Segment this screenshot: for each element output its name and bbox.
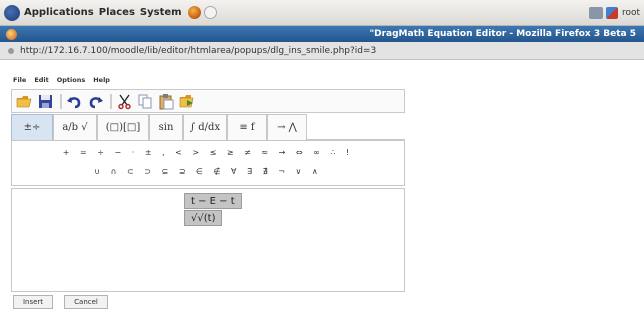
undo-button[interactable]	[65, 92, 84, 111]
cut-scissors-icon	[118, 94, 131, 109]
paste-icon	[159, 93, 174, 109]
cut-button[interactable]	[115, 92, 134, 111]
tab-operators[interactable]: ±÷	[11, 114, 53, 140]
tab-strip-filler	[307, 114, 405, 140]
expression-line-1[interactable]: t − E − t	[184, 193, 242, 209]
save-button[interactable]	[36, 92, 55, 111]
window-title: "DragMath Equation Editor - Mozilla Fire…	[369, 29, 636, 39]
copy-button[interactable]	[136, 92, 155, 111]
open-folder-icon	[16, 95, 32, 107]
menu-system[interactable]: System	[140, 7, 182, 18]
cancel-button[interactable]: Cancel	[64, 295, 108, 309]
help-launcher-icon[interactable]	[203, 6, 217, 19]
page-url[interactable]: http://172.16.7.100/moodle/lib/editor/ht…	[20, 46, 376, 56]
menu-options[interactable]: Options	[57, 76, 85, 87]
open-button[interactable]	[15, 92, 34, 111]
dragmath-editor: File Edit Options Help ±÷ a/b √ (□)[□] s…	[0, 60, 644, 316]
redo-icon	[89, 96, 103, 108]
menu-edit[interactable]: Edit	[34, 76, 48, 87]
copy-icon	[138, 94, 152, 108]
tab-arrows[interactable]: → ⋀	[267, 114, 307, 140]
menu-file[interactable]: File	[13, 76, 26, 87]
insert-button[interactable]: Insert	[13, 295, 53, 309]
symbol-row-operators[interactable]: + = ÷ − · ± , < > ≤ ≥ ≠ ≈ → ⇔ ∞ ∴ !	[12, 148, 404, 157]
save-disk-icon	[39, 94, 52, 108]
editor-toolbar	[11, 89, 405, 113]
network-icon[interactable]	[588, 7, 603, 19]
tab-calculus[interactable]: ∫ d/dx	[183, 114, 227, 140]
expression-line-2[interactable]: √√(t)	[184, 210, 223, 226]
menu-places[interactable]: Places	[99, 7, 135, 18]
undo-icon	[67, 96, 81, 108]
tab-brackets[interactable]: (□)[□]	[97, 114, 149, 140]
editor-menu-bar: File Edit Options Help	[13, 76, 110, 87]
tab-logic[interactable]: ≡ f	[227, 114, 267, 140]
window-title-bar[interactable]: "DragMath Equation Editor - Mozilla Fire…	[0, 26, 644, 42]
system-tray: root	[588, 0, 644, 26]
update-notifier-icon[interactable]	[605, 7, 618, 19]
firefox-launcher-icon[interactable]	[187, 6, 201, 19]
tab-trig-functions[interactable]: sin	[149, 114, 183, 140]
gnome-foot-icon[interactable]	[4, 4, 20, 21]
url-bar: http://172.16.7.100/moodle/lib/editor/ht…	[0, 42, 644, 60]
redo-button[interactable]	[86, 92, 105, 111]
tab-fractions-roots[interactable]: a/b √	[53, 114, 97, 140]
window-menu-icon[interactable]	[6, 28, 17, 40]
symbol-tabs: ±÷ a/b √ (□)[□] sin ∫ d/dx ≡ f → ⋀	[11, 114, 405, 140]
menu-help[interactable]: Help	[93, 76, 110, 87]
equation-workspace[interactable]: t − E − t √√(t)	[11, 188, 405, 292]
paste-button[interactable]	[157, 92, 176, 111]
site-identity-icon	[8, 47, 14, 54]
symbol-palette: + = ÷ − · ± , < > ≤ ≥ ≠ ≈ → ⇔ ∞ ∴ ! ∪ ∩ …	[11, 140, 405, 186]
toolbar-separator	[60, 93, 62, 109]
menu-applications[interactable]: Applications	[24, 7, 94, 18]
export-button[interactable]	[178, 92, 197, 111]
toolbar-separator	[110, 93, 112, 109]
user-name[interactable]: root	[622, 8, 640, 18]
gnome-top-panel: Applications Places System root	[0, 0, 644, 26]
symbol-row-sets[interactable]: ∪ ∩ ⊂ ⊃ ⊆ ⊇ ∈ ∉ ∀ ∃ ∄ ¬ ∨ ∧	[12, 167, 404, 176]
export-icon	[179, 94, 194, 107]
